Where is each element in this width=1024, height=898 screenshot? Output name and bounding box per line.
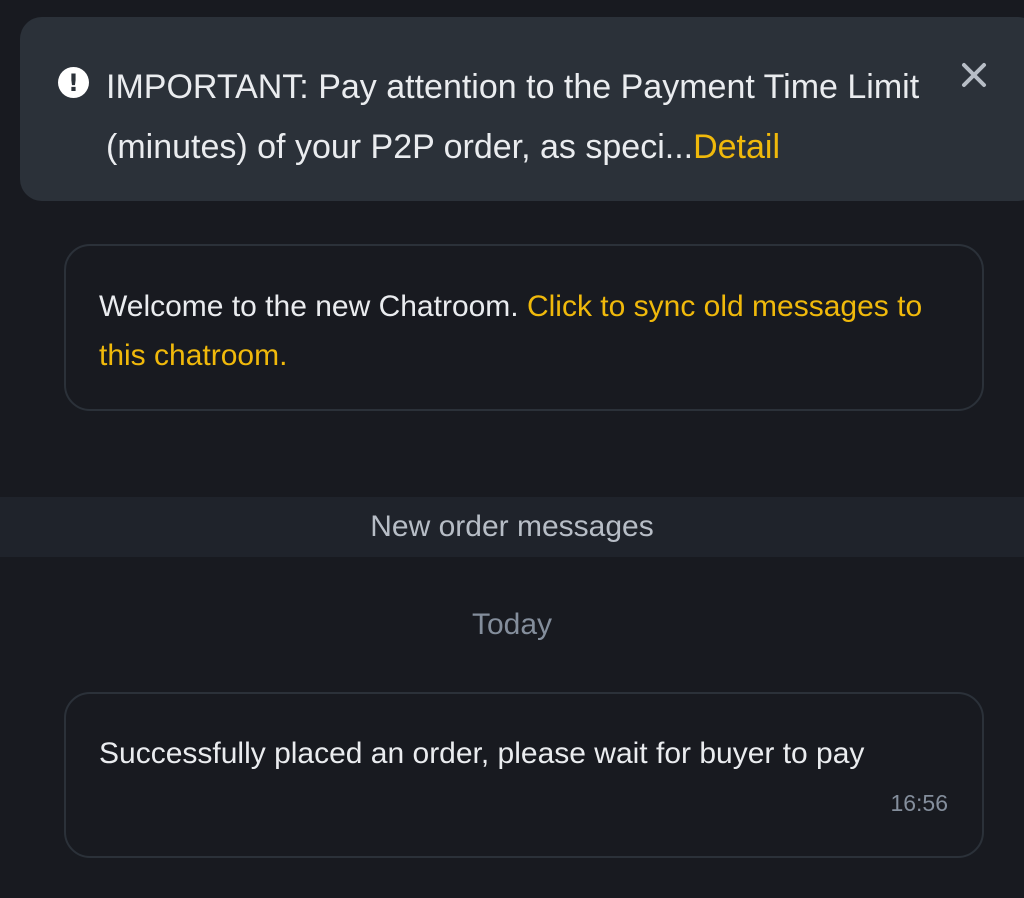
date-label: Today bbox=[471, 608, 553, 641]
close-icon bbox=[962, 63, 986, 87]
notice-text: IMPORTANT: Pay attention to the Payment … bbox=[106, 57, 946, 177]
chatroom-panel: ! IMPORTANT: Pay attention to the Paymen… bbox=[0, 0, 1024, 898]
notice-message: IMPORTANT: Pay attention to the Payment … bbox=[106, 68, 920, 166]
message-text: Successfully placed an order, please wai… bbox=[99, 737, 865, 770]
welcome-message: Welcome to the new Chatroom. bbox=[99, 290, 527, 323]
notice-detail-link[interactable]: Detail bbox=[693, 128, 780, 166]
divider-label: New order messages bbox=[370, 510, 654, 543]
notice-close-button[interactable] bbox=[952, 53, 996, 97]
welcome-message-card: Welcome to the new Chatroom. Click to sy… bbox=[64, 244, 984, 411]
important-notice-banner: ! IMPORTANT: Pay attention to the Paymen… bbox=[20, 17, 1024, 201]
new-order-messages-divider: New order messages bbox=[0, 497, 1024, 557]
system-message-card: Successfully placed an order, please wai… bbox=[64, 692, 984, 858]
message-timestamp: 16:56 bbox=[890, 790, 948, 816]
welcome-text: Welcome to the new Chatroom. Click to sy… bbox=[99, 282, 959, 380]
exclamation-circle-icon: ! bbox=[58, 67, 89, 98]
